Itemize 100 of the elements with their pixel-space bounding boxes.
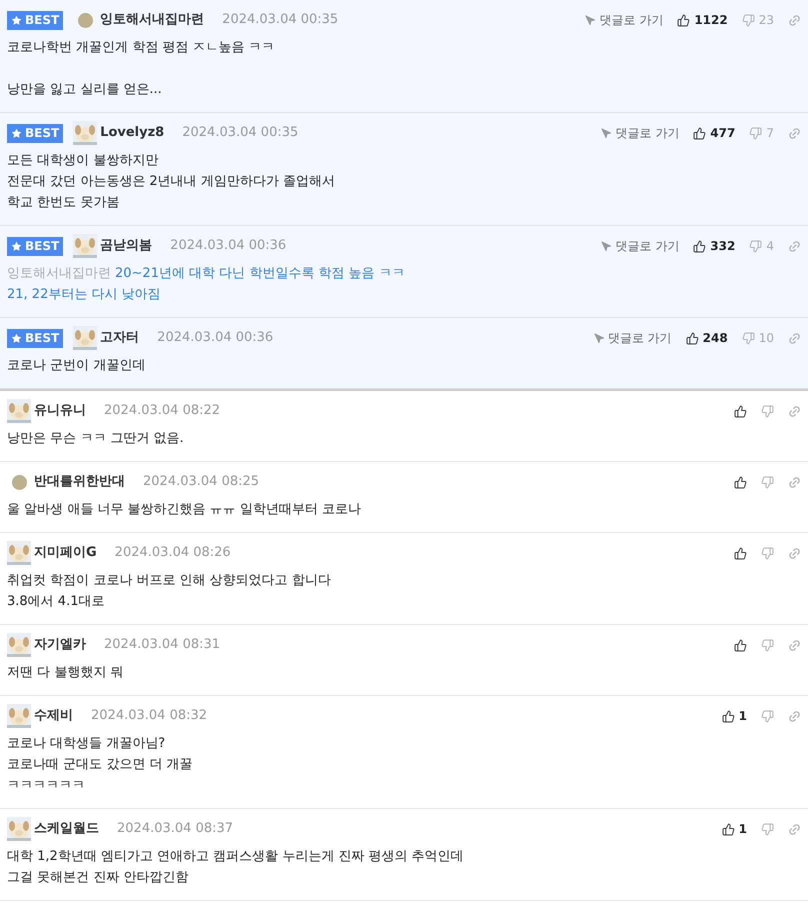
avatar-icon bbox=[78, 12, 93, 28]
like-button[interactable] bbox=[734, 476, 747, 488]
comment-text: 낭만을 잃고 실리를 얻은... bbox=[7, 81, 162, 99]
like-button[interactable] bbox=[734, 638, 747, 652]
thumbs-down-icon bbox=[761, 638, 774, 652]
link-button[interactable] bbox=[788, 710, 801, 722]
comment-text: 취업컷 학점이 코로나 버프로 인해 상향되었다고 합니다 bbox=[7, 572, 331, 590]
dislike-button[interactable] bbox=[761, 638, 774, 652]
link-button[interactable] bbox=[788, 638, 801, 652]
dislike-button[interactable] bbox=[761, 710, 774, 722]
author-name[interactable]: 고자터 bbox=[100, 328, 140, 348]
thumbs-up-icon bbox=[686, 332, 699, 344]
thumbs-up-icon bbox=[693, 240, 706, 252]
author-name[interactable]: Lovelyz8 bbox=[100, 123, 164, 143]
arrow-icon bbox=[594, 332, 605, 344]
author-name[interactable]: 스케일월드 bbox=[34, 819, 99, 839]
comment-date: 2024.03.04 00:35 bbox=[182, 124, 298, 142]
thumbs-down-icon bbox=[761, 476, 774, 488]
arrow-icon bbox=[601, 128, 612, 138]
comment-text: 코로나 대학생들 개꿀아님? bbox=[7, 735, 166, 753]
author-name[interactable]: 지미페이G bbox=[34, 543, 97, 563]
like-button[interactable]: 1 bbox=[722, 820, 747, 838]
thumbs-down-icon bbox=[761, 546, 774, 560]
thumbs-down-icon bbox=[749, 126, 762, 140]
comment-date: 2024.03.04 08:25 bbox=[143, 473, 260, 492]
comment-date: 2024.03.04 00:36 bbox=[157, 329, 274, 348]
dislike-button[interactable] bbox=[761, 546, 774, 560]
thumbs-down-icon bbox=[761, 822, 774, 836]
author-name[interactable]: 반대를위한반대 bbox=[34, 472, 125, 492]
comment-text: 전문대 갔던 아는동생은 2년내내 게임만하다가 졸업해서 bbox=[7, 173, 335, 191]
like-button[interactable]: 332 bbox=[693, 237, 736, 255]
goto-comment-link[interactable]: 댓글로 가기 bbox=[601, 124, 680, 142]
link-button[interactable] bbox=[788, 240, 801, 252]
comment-text: ㅋㅋㅋㅋㅋㅋ bbox=[7, 777, 85, 795]
comment-text: 3.8에서 4.1대로 bbox=[7, 593, 104, 611]
badge-label: BEST bbox=[25, 332, 60, 344]
comment-text: 코로나학번 개꿀인게 학점 평점 ㅈㄴ높음 ㅋㅋ bbox=[7, 39, 275, 57]
like-button[interactable]: 248 bbox=[686, 329, 728, 347]
comment-text: 모든 대학생이 불쌍하지만 bbox=[7, 152, 158, 170]
author-name[interactable]: 유니유니 bbox=[34, 401, 86, 421]
thumbs-down-icon bbox=[761, 404, 774, 418]
star-icon bbox=[11, 128, 22, 138]
comment-date: 2024.03.04 08:32 bbox=[91, 707, 208, 726]
thumbs-up-icon bbox=[734, 638, 747, 652]
like-button[interactable]: 1 bbox=[722, 707, 747, 725]
star-icon bbox=[11, 14, 22, 26]
author-name[interactable]: 자기엘카 bbox=[34, 635, 86, 655]
arrow-icon bbox=[585, 14, 596, 26]
comment-text: 20~21년에 대학 다닌 학번일수록 학점 높음 ㅋㅋ bbox=[115, 265, 405, 283]
badge-label: BEST bbox=[25, 127, 60, 139]
comment-date: 2024.03.04 08:37 bbox=[117, 820, 234, 838]
dislike-button[interactable] bbox=[761, 822, 774, 836]
like-button[interactable]: 1122 bbox=[677, 11, 728, 29]
link-button[interactable] bbox=[788, 332, 801, 344]
comment-date: 2024.03.04 00:35 bbox=[222, 11, 338, 30]
avatar-icon bbox=[12, 474, 26, 490]
goto-comment-link[interactable]: 댓글로 가기 bbox=[585, 11, 664, 29]
comment-text: 학교 한번도 못가봄 bbox=[7, 194, 120, 212]
dislike-button[interactable] bbox=[761, 404, 774, 418]
thumbs-down-icon bbox=[761, 710, 774, 722]
comment-text: 낭만은 무슨 ㅋㅋ 그딴거 없음. bbox=[7, 430, 184, 448]
dislike-button[interactable] bbox=[761, 476, 774, 488]
link-button[interactable] bbox=[788, 822, 801, 836]
comment-text: 울 알바생 애들 너무 불쌍하긴했음 ㅠㅠ 일학년때부터 코로나 bbox=[7, 501, 361, 519]
like-button[interactable] bbox=[734, 546, 747, 560]
comment-date: 2024.03.04 08:31 bbox=[104, 636, 220, 654]
author-name[interactable]: 잉토해서내집마련 bbox=[100, 10, 204, 30]
thumbs-up-icon bbox=[722, 822, 735, 836]
author-name[interactable]: 곰낟의봄 bbox=[100, 236, 152, 256]
link-button[interactable] bbox=[788, 476, 801, 488]
thumbs-up-icon bbox=[722, 710, 735, 722]
badge-label: BEST bbox=[25, 14, 60, 26]
thumbs-up-icon bbox=[677, 14, 690, 26]
thumbs-up-icon bbox=[734, 476, 747, 488]
comment-text: 코로나 군번이 개꿀인데 bbox=[7, 357, 146, 375]
link-button[interactable] bbox=[788, 126, 801, 140]
link-button[interactable] bbox=[788, 404, 801, 418]
comment-date: 2024.03.04 08:22 bbox=[104, 402, 220, 420]
star-icon bbox=[11, 240, 22, 252]
comment-text: 대학 1,2학년때 엠티가고 연애하고 캠퍼스생활 누리는게 진짜 평생의 추억인데 bbox=[7, 848, 464, 866]
like-button[interactable] bbox=[734, 404, 747, 418]
thumbs-up-icon bbox=[734, 404, 747, 418]
arrow-icon bbox=[601, 240, 612, 252]
thumbs-down-icon bbox=[749, 240, 762, 252]
comment-text: 그걸 못해본건 진짜 안타깝긴함 bbox=[7, 869, 188, 887]
link-button[interactable] bbox=[788, 14, 801, 26]
thumbs-down-icon bbox=[742, 332, 755, 344]
comment-text: 저땐 다 불행했지 뭐 bbox=[7, 664, 124, 682]
goto-comment-link[interactable]: 댓글로 가기 bbox=[601, 237, 680, 255]
badge-label: BEST bbox=[25, 240, 60, 252]
comment-date: 2024.03.04 08:26 bbox=[114, 544, 231, 562]
thumbs-down-icon bbox=[742, 14, 755, 26]
goto-comment-link[interactable]: 댓글로 가기 bbox=[594, 329, 672, 347]
link-button[interactable] bbox=[788, 546, 801, 560]
comment-text: 21, 22부터는 다시 낮아짐 bbox=[7, 286, 161, 304]
thumbs-up-icon bbox=[693, 126, 706, 140]
thumbs-up-icon bbox=[734, 546, 747, 560]
author-name[interactable]: 수제비 bbox=[34, 706, 73, 726]
comment-date: 2024.03.04 00:36 bbox=[170, 237, 286, 256]
like-button[interactable]: 477 bbox=[693, 124, 736, 142]
